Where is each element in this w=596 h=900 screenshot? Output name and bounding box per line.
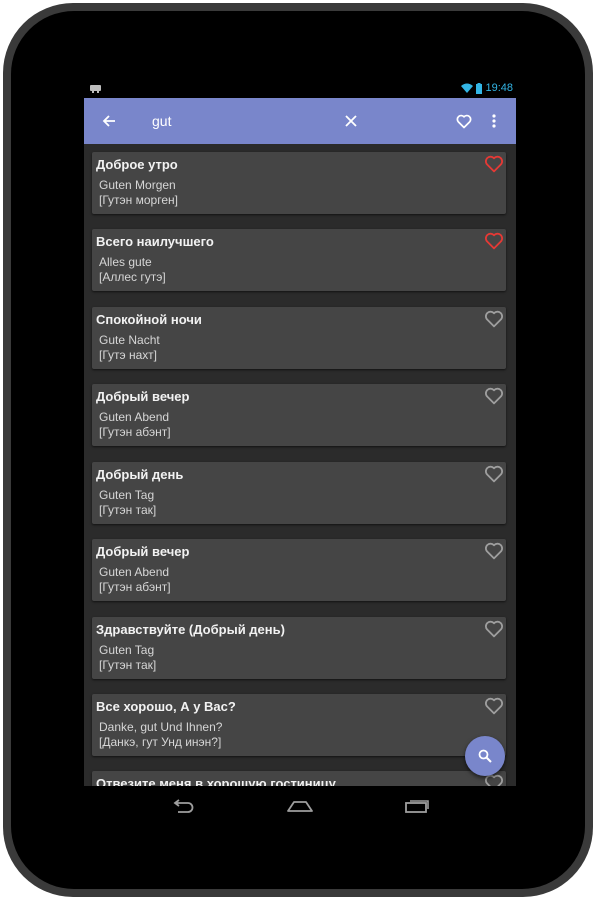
phrase-transliteration: [Аллес гутэ]	[99, 270, 166, 284]
search-input[interactable]: gut	[152, 113, 171, 129]
back-arrow-icon[interactable]	[96, 98, 122, 144]
list-item[interactable]: Добрый день Guten Tag [Гутэн так]	[92, 462, 506, 524]
phrase-list[interactable]: Доброе утро Guten Morgen [Гутэн морген] …	[84, 144, 516, 786]
heart-outline-icon[interactable]	[484, 697, 504, 715]
heart-outline-icon[interactable]	[484, 310, 504, 328]
heart-outline-icon[interactable]	[484, 542, 504, 560]
list-item[interactable]: Все хорошо, А у Вас? Danke, gut Und Ihne…	[92, 694, 506, 756]
search-icon	[478, 749, 492, 763]
phrase-transliteration: [Гутэн абэнт]	[99, 425, 171, 439]
favorite-heart-icon[interactable]	[484, 232, 504, 250]
battery-icon	[476, 82, 483, 94]
screen: 19:48 gut Доброе утро Guten Morgen [Гутэ…	[84, 80, 516, 786]
list-item[interactable]: Спокойной ночи Gute Nacht [Гутэ нахт]	[92, 307, 506, 369]
phrase-title: Все хорошо, А у Вас?	[96, 699, 236, 714]
phrase-transliteration: [Данкэ, гут Унд инэн?]	[99, 735, 222, 749]
favorite-icon[interactable]	[453, 98, 475, 144]
phrase-german: Danke, gut Und Ihnen?	[99, 720, 223, 734]
phrase-german: Alles gute	[99, 255, 152, 269]
phrase-german: Gute Nacht	[99, 333, 160, 347]
phrase-german: Guten Abend	[99, 410, 170, 424]
search-fab-button[interactable]	[465, 736, 505, 776]
phrase-title: Здравствуйте (Добрый день)	[96, 622, 285, 637]
phrase-title: Спокойной ночи	[96, 312, 202, 327]
phrase-title: Добрый день	[96, 467, 184, 482]
back-icon[interactable]	[168, 794, 198, 818]
notification-icon	[90, 84, 101, 93]
list-item[interactable]: Здравствуйте (Добрый день) Guten Tag [Гу…	[92, 617, 506, 679]
list-item[interactable]: Добрый вечер Guten Abend [Гутэн абэнт]	[92, 384, 506, 446]
overflow-menu-icon[interactable]	[487, 98, 501, 144]
status-time: 19:48	[485, 82, 513, 94]
toolbar: gut	[84, 98, 516, 144]
phrase-title: Добрый вечер	[96, 389, 190, 404]
list-item[interactable]: Добрый вечер Guten Abend [Гутэн абэнт]	[92, 539, 506, 601]
phrase-title: Отвезите меня в хорошую гостиницу	[96, 776, 336, 786]
heart-outline-icon[interactable]	[484, 387, 504, 405]
phrase-transliteration: [Гутэн так]	[99, 658, 157, 672]
phrase-german: Guten Morgen	[99, 178, 176, 192]
list-item[interactable]: Отвезите меня в хорошую гостиницу	[92, 771, 506, 786]
phrase-title: Всего наилучшего	[96, 234, 214, 249]
phrase-title: Доброе утро	[96, 157, 178, 172]
list-item[interactable]: Доброе утро Guten Morgen [Гутэн морген]	[92, 152, 506, 214]
phrase-transliteration: [Гутэн так]	[99, 503, 157, 517]
home-icon[interactable]	[285, 794, 315, 818]
favorite-heart-icon[interactable]	[484, 155, 504, 173]
phrase-transliteration: [Гутэн абэнт]	[99, 580, 171, 594]
navigation-bar	[84, 786, 516, 826]
phrase-german: Guten Abend	[99, 565, 170, 579]
phrase-german: Guten Tag	[99, 643, 155, 657]
status-bar: 19:48	[84, 80, 516, 98]
heart-outline-icon[interactable]	[484, 465, 504, 483]
recent-apps-icon[interactable]	[402, 794, 432, 818]
phrase-german: Guten Tag	[99, 488, 155, 502]
clear-icon[interactable]	[340, 98, 362, 144]
phrase-transliteration: [Гутэн морген]	[99, 193, 178, 207]
phrase-title: Добрый вечер	[96, 544, 190, 559]
list-item[interactable]: Всего наилучшего Alles gute [Аллес гутэ]	[92, 229, 506, 291]
wifi-icon	[461, 83, 474, 93]
heart-outline-icon[interactable]	[484, 620, 504, 638]
phrase-transliteration: [Гутэ нахт]	[99, 348, 157, 362]
